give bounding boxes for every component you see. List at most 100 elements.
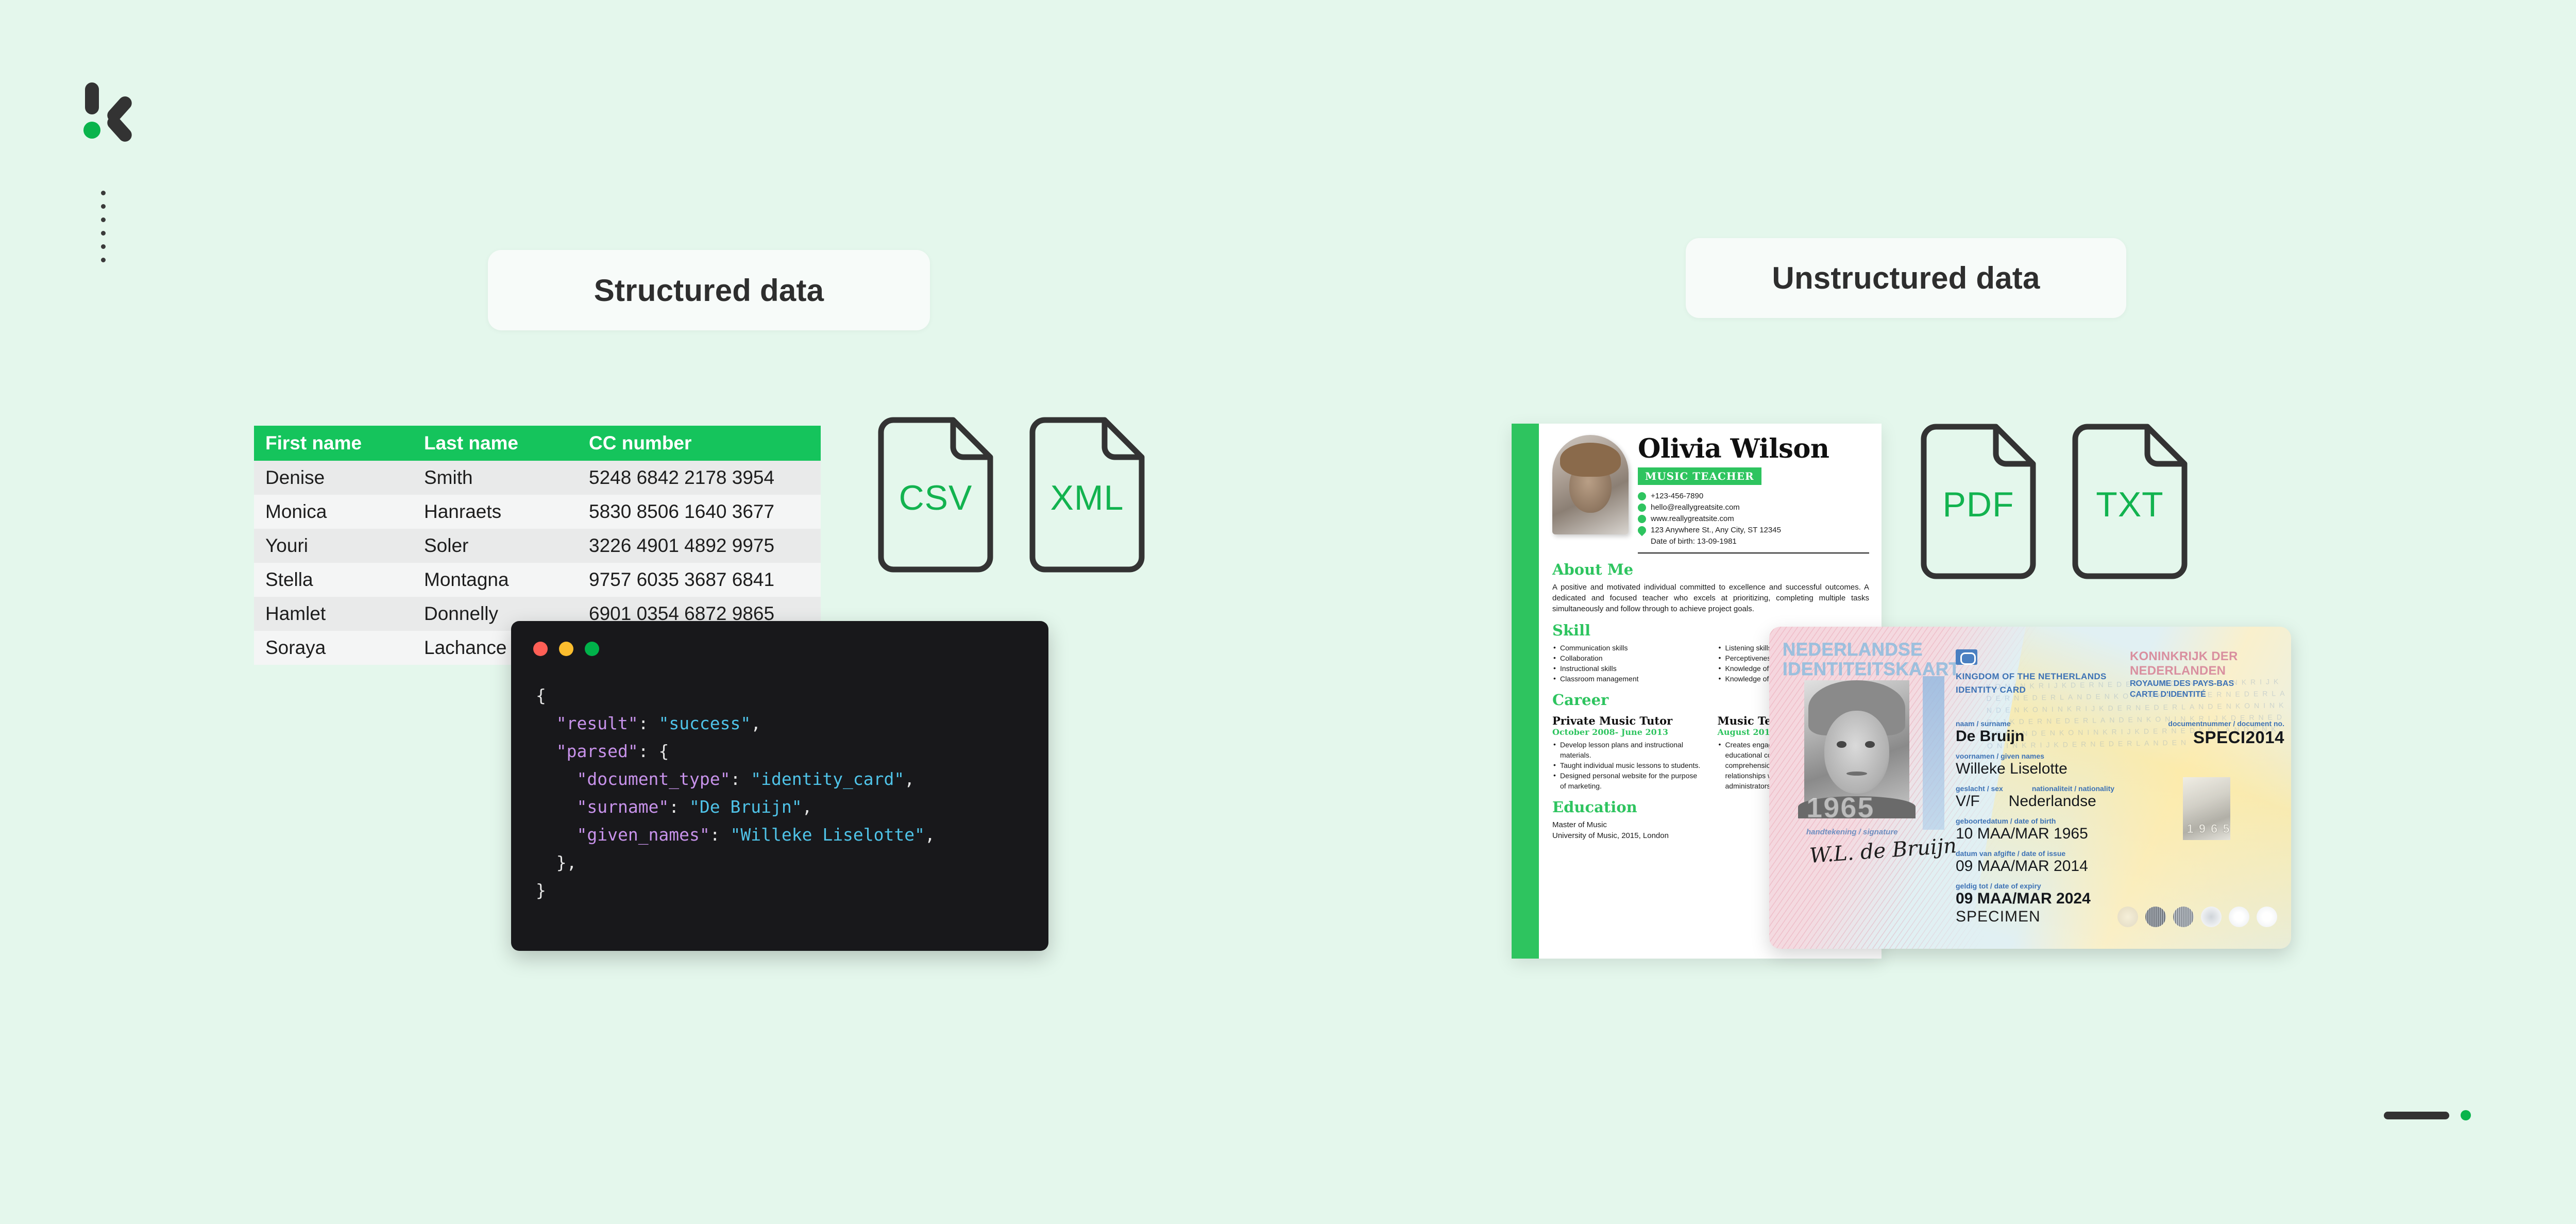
nav-dot[interactable]: [101, 231, 106, 236]
column-header-cc-number: CC number: [589, 432, 692, 454]
holo-dot: [2201, 907, 2222, 927]
list-item: Collaboration: [1552, 652, 1704, 663]
security-strip: [1923, 676, 1944, 830]
resume-role-badge: MUSIC TEACHER: [1638, 467, 1761, 485]
logo-dot: [83, 122, 100, 139]
ghost-portrait: 1965: [2183, 777, 2230, 840]
table-header-row: First name Last name CC number: [254, 426, 821, 461]
list-item: Classroom management: [1552, 673, 1704, 684]
kingdom-nl-heading: KONINKRIJK DER NEDERLANDEN: [2130, 649, 2238, 678]
table-row: Denise Smith 5248 6842 2178 3954: [254, 461, 821, 495]
resume-portrait-photo: [1552, 435, 1629, 534]
cell-cc-number: 5830 8506 1640 3677: [589, 501, 775, 522]
cell-last-name: Soler: [424, 535, 469, 556]
file-label: PDF: [1942, 485, 2014, 525]
json-code-block: { "result": "success", "parsed": { "docu…: [536, 685, 935, 900]
brand-logo-icon[interactable]: [80, 82, 142, 145]
expiry-value: 09 MAA/MAR 2024: [1956, 890, 2091, 907]
progress-dot[interactable]: [2461, 1110, 2471, 1120]
cell-cc-number: 9757 6035 3687 6841: [589, 569, 775, 590]
card-data-block: KINGDOM OF THE NETHERLANDS IDENTITY CARD…: [1956, 655, 2115, 908]
map-pin-icon: [1636, 524, 1648, 536]
resume-name: Olivia Wilson: [1638, 433, 1829, 464]
cell-first-name: Stella: [265, 569, 313, 590]
nationality-label: nationaliteit / nationality: [2031, 784, 2115, 793]
dutch-identity-card[interactable]: KONINKRIJKDERNEDERLANDENKONINKRIJKDERNED…: [1769, 627, 2291, 949]
holo-dot: [2229, 907, 2249, 927]
file-label: TXT: [2096, 485, 2164, 525]
surname-value: De Bruijn: [1956, 728, 2025, 745]
career-title: Private Music Tutor: [1552, 714, 1673, 727]
list-item: Taught individual music lessons to stude…: [1552, 760, 1704, 770]
resume-about-text: A positive and motivated individual comm…: [1552, 583, 1869, 613]
logo-bar: [85, 82, 99, 114]
table-row: Monica Hanraets 5830 8506 1640 3677: [254, 495, 821, 529]
section-label: Unstructured data: [1772, 261, 2040, 295]
issue-value: 09 MAA/MAR 2014: [1956, 858, 2088, 875]
maximize-button[interactable]: [585, 642, 599, 656]
career-date: October 2008- June 2013: [1552, 727, 1668, 737]
cell-first-name: Denise: [265, 467, 325, 488]
sex-value: V/F: [1956, 793, 1980, 810]
cell-cc-number: 3226 4901 4892 9975: [589, 535, 775, 556]
nav-dot[interactable]: [101, 204, 106, 209]
nav-dot[interactable]: [101, 258, 106, 262]
list-item: Designed personal website for the purpos…: [1552, 770, 1704, 791]
kingdom-fr-line-1: ROYAUME DES PAYS-BAS: [2130, 679, 2234, 688]
resume-accent-stripe: [1512, 424, 1539, 959]
globe-icon: [1638, 515, 1646, 523]
window-traffic-lights[interactable]: [533, 642, 599, 656]
holo-dot: [2173, 907, 2194, 927]
document-number-value: SPECI2014: [2193, 728, 2284, 747]
cell-cc-number: 5248 6842 2178 3954: [589, 467, 775, 488]
dob-value: 10 MAA/MAR 1965: [1956, 825, 2088, 842]
ghost-year-small: 1965: [2187, 821, 2235, 836]
section-heading-unstructured: Unstructured data: [1686, 238, 2126, 318]
holo-dot: [2145, 907, 2166, 927]
table-row: Youri Soler 3226 4901 4892 9975: [254, 529, 821, 563]
nav-dot[interactable]: [101, 244, 106, 249]
minimize-button[interactable]: [559, 642, 573, 656]
given-names-label: voornamen / given names: [1956, 752, 2044, 760]
code-terminal-window[interactable]: { "result": "success", "parsed": { "docu…: [511, 621, 1048, 951]
file-xml-icon[interactable]: XML: [1027, 415, 1147, 575]
file-csv-icon[interactable]: CSV: [876, 415, 995, 575]
cell-first-name: Youri: [265, 535, 308, 556]
kingdom-en-line-2: IDENTITY CARD: [1956, 685, 2026, 695]
nav-dots[interactable]: [101, 191, 106, 262]
column-header-first-name: First name: [265, 432, 362, 454]
given-names-value: Willeke Liselotte: [1956, 760, 2067, 777]
logo-chevron: [103, 93, 135, 145]
slide-progress-indicator[interactable]: [2384, 1110, 2471, 1120]
file-label: CSV: [899, 478, 973, 518]
list-item: Instructional skills: [1552, 663, 1704, 674]
nav-dot[interactable]: [101, 217, 106, 222]
file-pdf-icon[interactable]: PDF: [1919, 422, 2038, 581]
resume-phone: +123-456-7890: [1651, 492, 1704, 500]
close-button[interactable]: [533, 642, 548, 656]
expiry-label: geldig tot / date of expiry: [1956, 882, 2041, 890]
card-right-block: KONINKRIJK DER NEDERLANDEN ROYAUME DES P…: [2130, 649, 2284, 747]
cell-last-name: Smith: [424, 467, 473, 488]
progress-bar[interactable]: [2384, 1111, 2449, 1119]
document-number-label: documentnummer / document no.: [2168, 719, 2284, 728]
slide-canvas: Structured data Unstructured data First …: [0, 0, 2576, 1224]
resume-website: www.reallygreatsite.com: [1651, 514, 1734, 523]
file-label: XML: [1050, 478, 1124, 518]
nav-dot[interactable]: [101, 191, 106, 195]
cell-last-name: Hanraets: [424, 501, 502, 522]
section-label: Structured data: [594, 273, 824, 308]
issue-label: datum van afgifte / date of issue: [1956, 849, 2066, 858]
resume-address: 123 Anywhere St., Any City, ST 12345: [1651, 526, 1781, 534]
kingdom-en-line-1: KINGDOM OF THE NETHERLANDS: [1956, 672, 2107, 681]
signature-label: handtekening / signature: [1806, 828, 1898, 836]
column-header-last-name: Last name: [424, 432, 519, 454]
cell-last-name: Montagna: [424, 569, 509, 590]
holographic-security-dots: [2117, 907, 2277, 927]
nationality-value: Nederlandse: [2008, 793, 2096, 810]
file-txt-icon[interactable]: TXT: [2070, 422, 2190, 581]
list-item: Communication skills: [1552, 642, 1704, 653]
resume-dob: Date of birth: 13-09-1981: [1651, 537, 1737, 546]
specimen-text: SPECIMEN: [1956, 908, 2041, 925]
career-entry: Private Music Tutor October 2008- June 2…: [1552, 712, 1704, 791]
